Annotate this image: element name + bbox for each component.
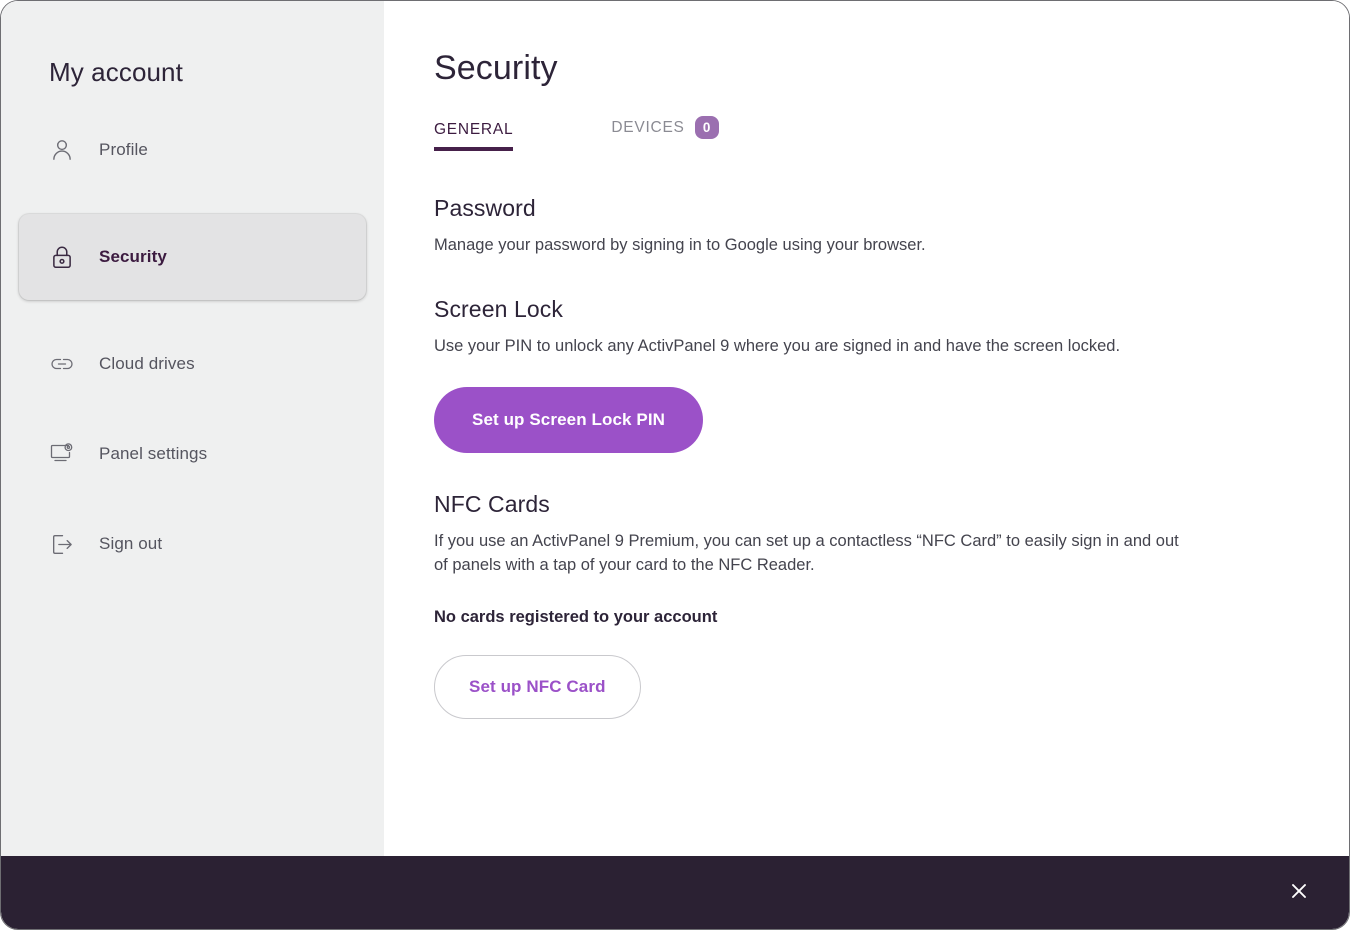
lock-icon (47, 242, 77, 272)
sidebar-item-label: Panel settings (99, 444, 208, 463)
section-heading: Screen Lock (434, 295, 563, 322)
sidebar-item-label: Cloud drives (99, 354, 195, 373)
sign-out-icon (47, 529, 77, 559)
tab-devices[interactable]: DEVICES 0 (611, 116, 719, 151)
sidebar-item-sign-out[interactable]: Sign out (19, 518, 366, 570)
nfc-cards-status: No cards registered to your account (434, 608, 718, 626)
sidebar-item-label: Sign out (99, 534, 163, 553)
section-password: Password Manage your password by signing… (434, 195, 1194, 258)
sidebar-item-profile[interactable]: Profile (19, 124, 366, 176)
section-description: If you use an ActivPanel 9 Premium, you … (434, 531, 1179, 575)
section-heading: NFC Cards (434, 490, 550, 517)
sidebar-item-label: Security (99, 247, 167, 266)
sidebar: My account Profile Security Cloud drives… (1, 1, 384, 856)
sidebar-item-cloud-drives[interactable]: Cloud drives (19, 338, 366, 390)
link-icon (47, 349, 77, 379)
tab-label: GENERAL (434, 121, 514, 138)
set-up-nfc-card-button[interactable]: Set up NFC Card (434, 655, 641, 719)
person-icon (47, 135, 77, 165)
main-content: Security GENERAL DEVICES 0 Password Mana… (384, 1, 1349, 856)
tab-label: DEVICES (611, 118, 685, 136)
sidebar-item-security[interactable]: Security (19, 214, 366, 300)
sidebar-item-label: Profile (99, 140, 148, 159)
section-description: Use your PIN to unlock any ActivPanel 9 … (434, 336, 1121, 355)
close-button[interactable] (1277, 871, 1321, 915)
bottom-bar (1, 856, 1349, 929)
section-nfc-cards: NFC Cards If you use an ActivPanel 9 Pre… (434, 490, 1194, 719)
settings-sections: Password Manage your password by signing… (434, 195, 1194, 719)
set-up-screen-lock-pin-button[interactable]: Set up Screen Lock PIN (434, 386, 704, 453)
sidebar-item-panel-settings[interactable]: Panel settings (19, 428, 366, 480)
close-icon (1287, 879, 1311, 906)
section-screen-lock: Screen Lock Use your PIN to unlock any A… (434, 296, 1194, 453)
sidebar-nav: Profile Security Cloud drives Panel sett… (1, 124, 384, 570)
sidebar-title: My account (49, 57, 183, 87)
tab-bar: GENERAL DEVICES 0 (434, 116, 1349, 151)
tab-general[interactable]: GENERAL (434, 121, 514, 151)
window-body: My account Profile Security Cloud drives… (1, 1, 1349, 856)
section-heading: Password (434, 195, 536, 221)
account-window: My account Profile Security Cloud drives… (0, 0, 1350, 930)
page-title: Security (434, 49, 558, 87)
devices-count-badge: 0 (694, 116, 719, 139)
section-description: Manage your password by signing in to Go… (434, 236, 926, 254)
monitor-gear-icon (47, 439, 77, 469)
